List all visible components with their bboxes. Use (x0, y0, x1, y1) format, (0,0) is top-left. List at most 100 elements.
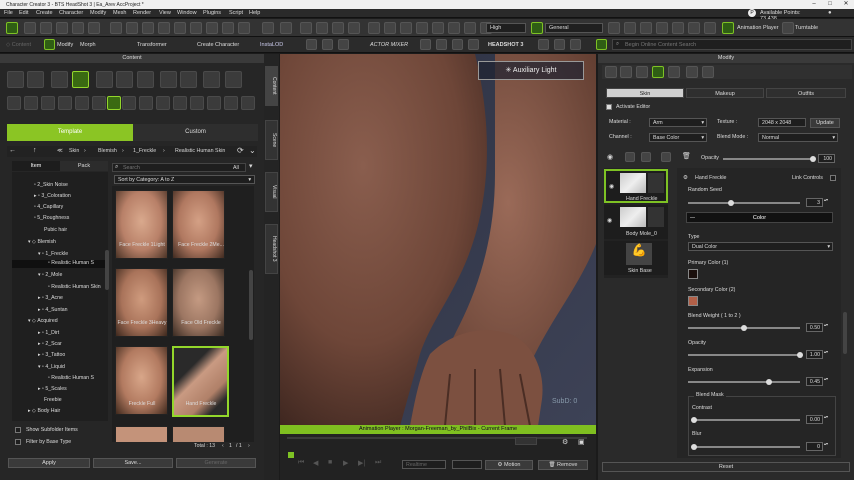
library-skin-icon[interactable] (72, 71, 89, 88)
tab-template[interactable]: Template (7, 124, 133, 141)
menu-script[interactable]: Script (229, 10, 243, 16)
grid-icon[interactable] (448, 22, 460, 34)
tree-item[interactable]: ▫ Realistic Human Skin (48, 284, 101, 290)
menu-modify[interactable]: Modify (90, 10, 106, 16)
filter-icon-10[interactable] (156, 96, 170, 110)
prev-frame-icon[interactable]: ◀ (313, 459, 318, 467)
turntable-icon[interactable] (782, 22, 794, 34)
link-controls-checkbox[interactable] (830, 175, 836, 181)
filter-icon-5[interactable] (75, 96, 89, 110)
slider-knob[interactable] (797, 352, 803, 358)
tree-item[interactable]: ▸ ▫ 3_Coloration (34, 193, 71, 199)
menu-help[interactable]: Help (249, 10, 260, 16)
tree-item[interactable]: ▾ ◇ Blemish (28, 239, 56, 245)
menu-create[interactable]: Create (36, 10, 53, 16)
tool-icon-e[interactable] (436, 39, 447, 50)
camera-icon[interactable] (174, 22, 186, 34)
export-fbx-icon[interactable] (222, 22, 234, 34)
turntable-button[interactable]: Turntable (795, 25, 818, 31)
spinner-icon[interactable]: ▴▾ (824, 414, 828, 419)
breadcrumb-realistic[interactable]: Realistic Human Skin (175, 148, 225, 154)
close-icon[interactable]: ✕ (838, 0, 854, 9)
vtab-content[interactable]: Content (265, 66, 278, 106)
opacity-value[interactable]: 1.00 (806, 350, 823, 359)
tree-item[interactable]: ▫ Realistic Human S (48, 375, 94, 381)
tree-item[interactable]: ▸ ▫ 4_Suntan (38, 307, 68, 313)
contrast-value[interactable]: 0.00 (806, 415, 823, 424)
thumbnail-scrollbar[interactable] (249, 270, 253, 340)
layout-icon[interactable] (126, 22, 138, 34)
layer-hand-freckle[interactable]: Hand Freckle ◉ (604, 169, 668, 203)
sort-select[interactable]: Sort by Category: A to Z ▾ (114, 175, 255, 184)
spinner-icon[interactable]: ▴▾ (824, 322, 828, 327)
breadcrumb-skin[interactable]: Skin (69, 148, 79, 154)
content-search-field[interactable]: ⌕ Search All (112, 163, 246, 172)
tool-icon-j[interactable] (570, 39, 581, 50)
activate-editor-checkbox[interactable] (606, 104, 612, 110)
online-icon[interactable] (596, 39, 607, 50)
modify-icon[interactable] (44, 39, 55, 50)
tree-item[interactable]: ▸ ▫ 2_Scar (38, 341, 62, 347)
primary-color-swatch[interactable] (688, 269, 698, 279)
material-select[interactable]: Arm ▾ (649, 118, 707, 127)
generate-button[interactable]: Generate (176, 458, 256, 468)
tree-item-selected[interactable]: ▫ Realistic Human S (12, 260, 108, 268)
tree-item[interactable]: Pubic hair (44, 227, 67, 233)
expansion-value[interactable]: 0.45 (806, 377, 823, 386)
library-scene-icon[interactable] (203, 71, 220, 88)
tab-item[interactable]: Item (12, 161, 60, 171)
secondary-color-swatch[interactable] (688, 296, 698, 306)
page-number[interactable]: 1 (229, 443, 232, 449)
slider-knob[interactable] (765, 379, 772, 385)
frame-field[interactable] (515, 437, 537, 445)
expansion-slider[interactable] (688, 379, 800, 385)
tree-item[interactable]: ▫ 5_Roughness (34, 215, 69, 221)
select-icon[interactable] (300, 22, 312, 34)
layer-body-mole[interactable]: Body Mole_0 ◉ (604, 205, 668, 239)
ao-icon[interactable] (688, 22, 700, 34)
tone-icon[interactable] (704, 22, 716, 34)
create-character-button[interactable]: Create Character (197, 42, 239, 48)
channel-select[interactable]: Base Color ▾ (649, 133, 707, 142)
slider-knob[interactable] (691, 444, 697, 450)
menu-plugins[interactable]: Plugins (203, 10, 221, 16)
filter-icon-1[interactable] (7, 96, 21, 110)
view-front-icon[interactable] (368, 22, 380, 34)
view-side-icon[interactable] (384, 22, 396, 34)
layer-skin-base[interactable]: 💪 Skin Base (604, 241, 668, 275)
gear-icon[interactable] (110, 22, 122, 34)
camera-view-icon[interactable] (624, 22, 636, 34)
vtab-visual[interactable]: Visual (265, 172, 278, 212)
ibl-icon[interactable] (656, 22, 668, 34)
library-character-icon[interactable] (27, 71, 44, 88)
maximize-icon[interactable]: □ (822, 0, 838, 9)
library-eye-icon[interactable] (116, 71, 133, 88)
tab-custom[interactable]: Custom (133, 124, 258, 141)
menu-render[interactable]: Render (133, 10, 151, 16)
breadcrumb-blemish[interactable]: Blemish (98, 148, 117, 154)
trash-icon[interactable]: 🗑 (682, 152, 691, 160)
vtab-headshot[interactable]: Headshot 3 (265, 224, 278, 274)
settings-icon[interactable] (238, 22, 250, 34)
eye-icon[interactable]: ◉ (607, 217, 612, 224)
spinner-icon[interactable]: ▴▾ (824, 376, 828, 381)
tree-item[interactable]: ▫ 2_Skin Noise (34, 182, 68, 188)
open-icon[interactable] (40, 22, 52, 34)
animation-player-button[interactable]: Animation Player (737, 25, 779, 31)
filter-all-label[interactable]: All (233, 165, 239, 171)
instalod-button[interactable]: InstaLOD (260, 42, 283, 48)
tool-icon-f[interactable] (452, 39, 463, 50)
undo-icon[interactable] (262, 22, 274, 34)
tool-icon-i[interactable] (554, 39, 565, 50)
tool-icon-b[interactable] (322, 39, 333, 50)
blend-mode-select[interactable]: Normal ▾ (758, 133, 838, 142)
checker-icon[interactable] (668, 66, 680, 78)
tree-item[interactable]: ▸ ▫ 3_Acne (38, 295, 63, 301)
tree-scrollbar[interactable] (105, 250, 109, 290)
tree-item[interactable]: Freebie (44, 397, 62, 403)
loop-icon[interactable]: ⚙ (562, 438, 568, 446)
thumb-more-1[interactable] (115, 426, 168, 442)
spinner-icon[interactable]: ▴▾ (824, 441, 828, 446)
motion-button[interactable]: ⚙ Motion (485, 460, 533, 470)
save-button[interactable]: Save... (93, 458, 173, 468)
